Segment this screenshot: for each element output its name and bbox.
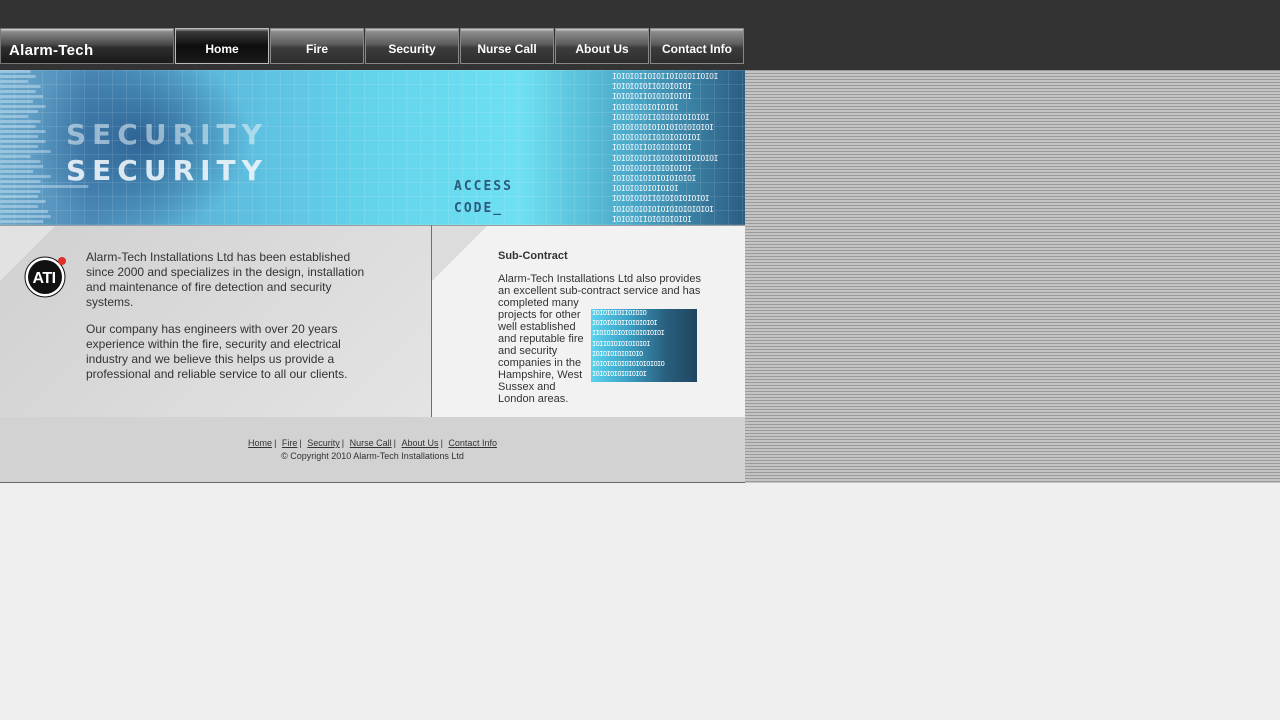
footer: Home | Fire | Security | Nurse Call | About … bbox=[0, 417, 745, 483]
ati-logo-icon: ATI bbox=[24, 256, 66, 298]
footer-links: Home | Fire | Security | Nurse Call | About … bbox=[0, 438, 745, 448]
nav-contact-info-button[interactable]: Contact Info bbox=[650, 28, 744, 64]
footer-separator: | bbox=[440, 438, 443, 448]
footer-separator: | bbox=[341, 438, 345, 448]
intro-text: Alarm-Tech Installations Ltd has been es… bbox=[86, 250, 376, 394]
footer-link-contact-info[interactable]: Contact Info bbox=[448, 438, 497, 448]
banner-access-code-text: ACCESS CODE_ bbox=[454, 176, 513, 220]
ati-logo-text: ATI bbox=[32, 270, 55, 287]
intro-paragraph-1: Alarm-Tech Installations Ltd has been es… bbox=[86, 250, 365, 309]
banner-binary-pattern-right: IOIOIOIIOIOIIOIOIOIIOIOI IOIOIOIOIIOIOIO… bbox=[612, 72, 718, 224]
footer-link-security[interactable]: Security bbox=[307, 438, 340, 448]
footer-separator: | bbox=[274, 438, 277, 448]
subcontract-body-text: completed many projects for other well e… bbox=[498, 297, 584, 405]
footer-separator: | bbox=[393, 438, 397, 448]
subcontract-panel-corner bbox=[432, 226, 487, 281]
hero-banner: ≡≡≡≡≡≡≡≡≡≡≡≡ ≡≡≡≡≡≡≡≡≡≡≡≡≡≡ ≡≡≡≡≡≡≡≡≡≡≡ … bbox=[0, 70, 745, 225]
subcontract-lead-text: Alarm-Tech Installations Ltd also provid… bbox=[498, 273, 701, 297]
footer-link-nurse-call[interactable]: Nurse Call bbox=[350, 438, 392, 448]
subcontract-title: Sub-Contract bbox=[498, 250, 568, 262]
footer-separator: | bbox=[299, 438, 302, 448]
nav-home-button[interactable]: Home bbox=[175, 28, 269, 64]
main-navigation: Alarm-Tech Home Fire Security Nurse Call… bbox=[0, 28, 745, 66]
banner-code-label: CODE_ bbox=[454, 201, 504, 216]
footer-link-fire[interactable]: Fire bbox=[282, 438, 298, 448]
background-stripes bbox=[745, 70, 1280, 483]
subcontract-panel bbox=[432, 225, 745, 417]
nav-about-us-button[interactable]: About Us bbox=[555, 28, 649, 64]
subcontract-binary-image: IOIOIOIOIIOIOIO IOIOIOIOIIOIOIOIOI IIOIO… bbox=[591, 309, 697, 382]
copyright-text: © Copyright 2010 Alarm-Tech Installation… bbox=[281, 451, 464, 461]
banner-security-text-faded: SECURITY bbox=[66, 118, 268, 151]
nav-nurse-call-button[interactable]: Nurse Call bbox=[460, 28, 554, 64]
site-logo[interactable]: Alarm-Tech bbox=[0, 28, 174, 64]
footer-link-about-us[interactable]: About Us bbox=[402, 438, 439, 448]
banner-security-text: SECURITY bbox=[66, 154, 268, 187]
nav-security-button[interactable]: Security bbox=[365, 28, 459, 64]
intro-paragraph-2: Our company has engineers with over 20 y… bbox=[86, 322, 348, 381]
banner-access-label: ACCESS bbox=[454, 179, 513, 194]
subcontract-image-pattern: IOIOIOIOIIOIOIO IOIOIOIOIIOIOIOIOI IIOIO… bbox=[592, 309, 665, 379]
nav-fire-button[interactable]: Fire bbox=[270, 28, 364, 64]
footer-link-home[interactable]: Home bbox=[248, 438, 272, 448]
